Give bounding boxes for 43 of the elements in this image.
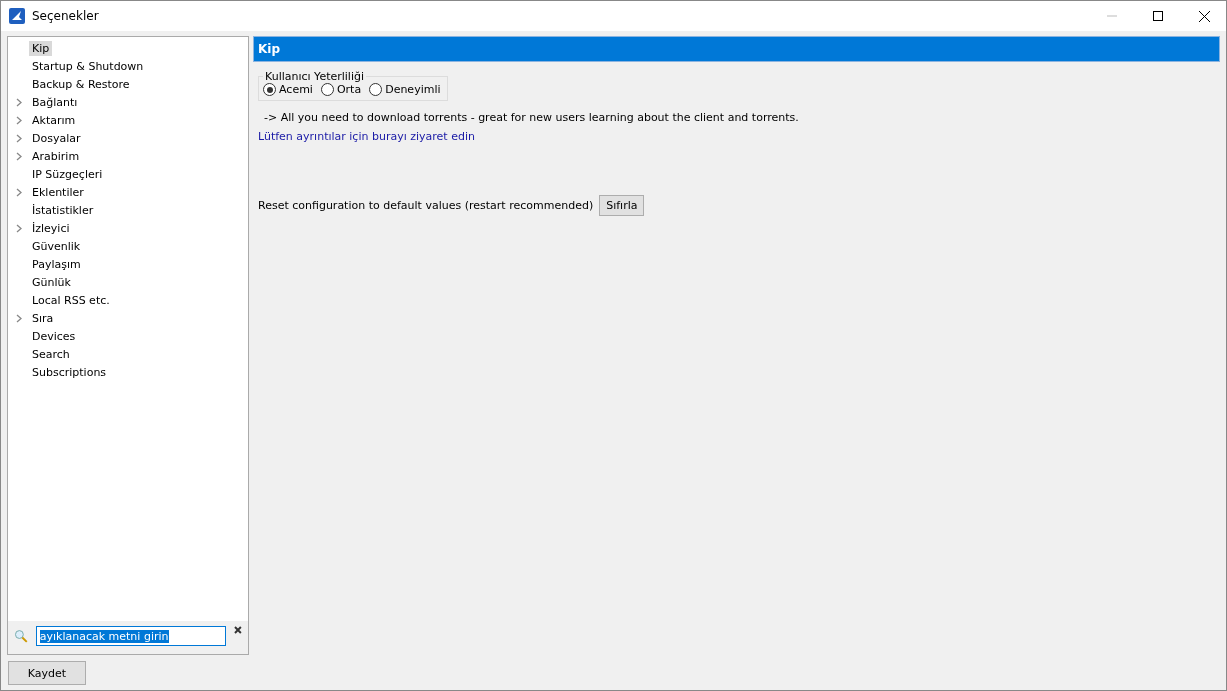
reset-label: Reset configuration to default values (restart recommended) <box>258 199 594 212</box>
radio-option[interactable]: Orta <box>320 83 362 96</box>
tree-item[interactable]: Güvenlik <box>29 238 84 254</box>
tree-item[interactable]: Devices <box>29 328 79 344</box>
window-title: Seçenekler <box>32 9 99 23</box>
tree-item[interactable]: Kip <box>29 40 53 56</box>
description-text: -> All you need to download torrents - great for new users learning about the client and torrents. <box>264 111 799 124</box>
chevron-icon[interactable] <box>16 97 22 107</box>
tree-item[interactable]: Search <box>29 346 73 362</box>
search-icon <box>14 629 28 643</box>
radio-option[interactable]: Deneyimli <box>369 83 441 96</box>
tree-item[interactable]: Arabirim <box>29 148 83 164</box>
panel-header: Kip <box>253 36 1220 62</box>
tree-item[interactable]: IP Süzgeçleri <box>29 166 106 182</box>
tree-item[interactable]: Sıra <box>29 310 57 326</box>
chevron-icon[interactable] <box>16 187 22 197</box>
clear-icon[interactable] <box>234 626 242 634</box>
tree-item[interactable]: Backup & Restore <box>29 76 133 92</box>
maximize-icon[interactable] <box>1153 11 1163 21</box>
chevron-icon[interactable] <box>16 133 22 143</box>
chevron-icon[interactable] <box>16 115 22 125</box>
app-icon <box>9 8 25 24</box>
tree-item[interactable]: Aktarım <box>29 112 79 128</box>
tree-item[interactable]: Startup & Shutdown <box>29 58 147 74</box>
close-icon[interactable] <box>1199 10 1210 22</box>
details-link[interactable]: Lütfen ayrıntılar için burayı ziyaret edin <box>258 130 475 143</box>
tree-item[interactable]: Local RSS etc. <box>29 292 113 308</box>
tree-item[interactable]: Eklentiler <box>29 184 87 200</box>
tree-item[interactable]: Günlük <box>29 274 74 290</box>
chevron-icon[interactable] <box>16 223 22 233</box>
tree-item[interactable]: Paylaşım <box>29 256 84 272</box>
tree-item[interactable]: Dosyalar <box>29 130 84 146</box>
tree-item[interactable]: İzleyici <box>29 220 73 236</box>
chevron-icon[interactable] <box>16 313 22 323</box>
tree-item[interactable]: Bağlantı <box>29 94 81 110</box>
tree-item[interactable]: İstatistikler <box>29 202 97 218</box>
save-button[interactable]: Kaydet <box>8 661 86 685</box>
filter-field[interactable]: ayıklanacak metni girin <box>35 626 227 646</box>
reset-button[interactable]: Sıfırla <box>599 195 645 216</box>
radio-option[interactable]: Acemi <box>263 83 313 96</box>
group-title: Kullanıcı Yeterliliği <box>264 70 365 83</box>
tree-item[interactable]: Subscriptions <box>29 364 110 380</box>
chevron-icon[interactable] <box>16 151 22 161</box>
